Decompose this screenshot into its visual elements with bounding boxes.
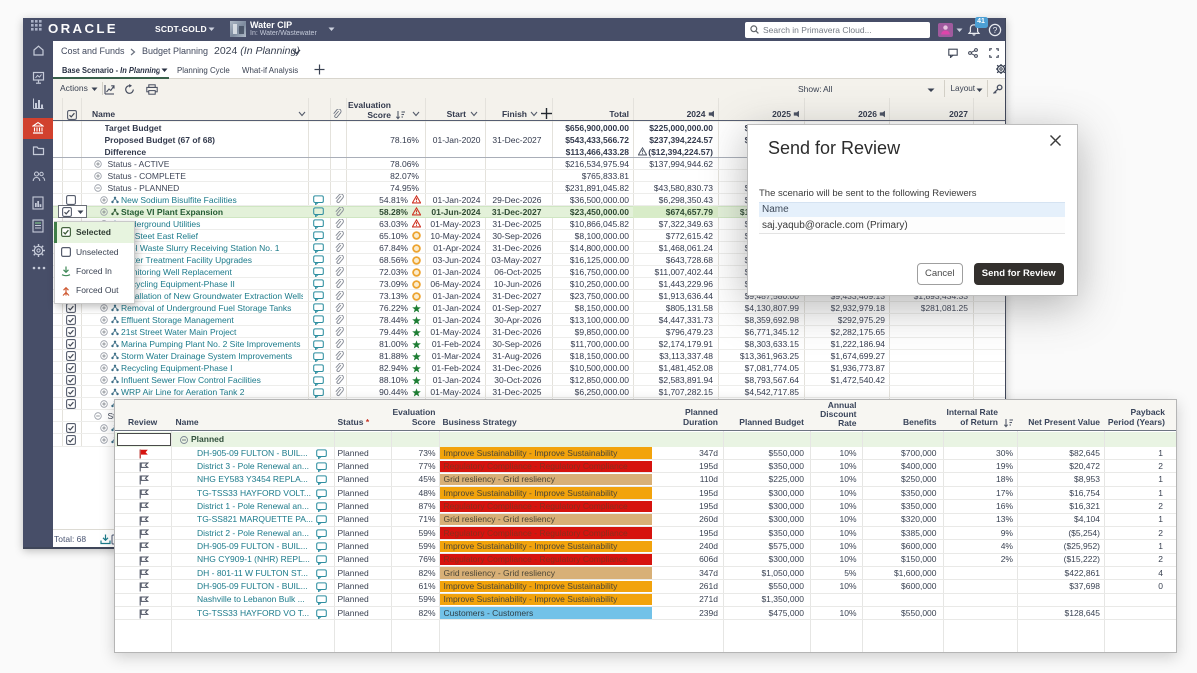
svg-text:?: ? <box>993 25 998 35</box>
